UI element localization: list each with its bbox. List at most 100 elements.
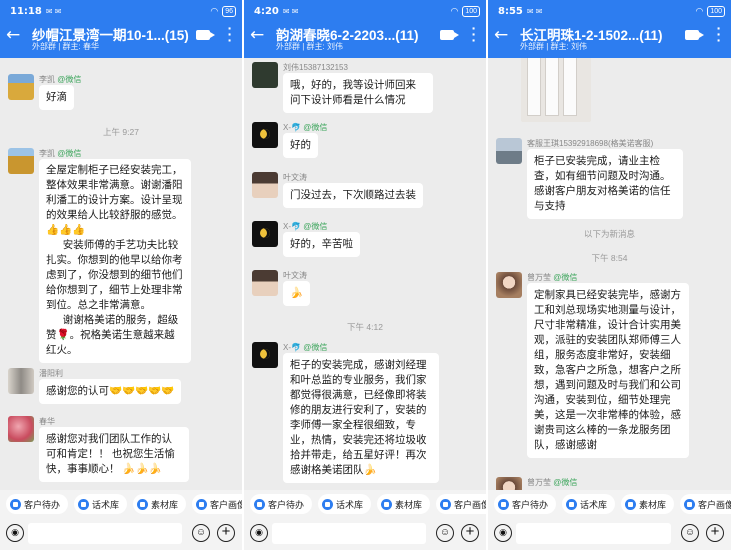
message-input[interactable] — [516, 523, 671, 544]
message-bubble[interactable]: 哦，好的，我等设计师回来问下设计师看是什么情况 — [283, 73, 433, 113]
material-icon — [625, 498, 637, 510]
sender-name: 叶文涛 — [283, 173, 307, 182]
avatar[interactable] — [252, 270, 278, 296]
message-bubble[interactable]: 🍌 — [283, 281, 311, 306]
plus-icon[interactable]: + — [461, 524, 479, 542]
notification-icon: ✉ ✉ — [526, 6, 543, 16]
avatar[interactable] — [8, 368, 34, 394]
script-library-button[interactable]: 话术库 — [74, 494, 128, 514]
profile-icon — [684, 498, 696, 510]
avatar[interactable] — [496, 272, 522, 298]
script-icon — [322, 498, 334, 510]
message-bubble[interactable]: 全屋定制柜子已经安装完工，整体效果非常满意。谢谢潘阳利潘工的设计方案。设计呈现的… — [39, 159, 191, 363]
avatar[interactable] — [8, 148, 34, 174]
sender-name: X-🐬 @微信 — [283, 123, 328, 132]
more-menu-icon[interactable]: · · · — [227, 21, 233, 47]
back-arrow-icon[interactable]: ← — [6, 26, 20, 44]
script-library-button[interactable]: 话术库 — [318, 494, 372, 514]
cabinet-door — [545, 58, 559, 116]
back-arrow-icon[interactable]: ← — [494, 26, 508, 44]
chat-header: 8:55 ✉ ✉ ◠ 100 ← 长江明珠1-2-1502...(11) 外部群… — [488, 0, 731, 58]
message-bubble[interactable]: 感谢您的认可🤝🤝🤝🤝🤝 — [39, 379, 182, 404]
notification-icon: ✉ ✉ — [282, 6, 299, 16]
message-bubble[interactable]: 好的 — [283, 133, 318, 158]
avatar[interactable] — [252, 122, 278, 148]
message-list[interactable]: 李凯 @微信 好滴 上午 9:27 李凯 @微信 全屋定制柜子已经安装完工，整体… — [0, 58, 242, 490]
message-input[interactable] — [28, 523, 182, 544]
video-call-icon[interactable] — [440, 30, 459, 40]
status-bar: 11:18 ✉ ✉ ◠ 96 — [10, 4, 236, 18]
back-arrow-icon[interactable]: ← — [250, 26, 264, 44]
more-menu-icon[interactable]: · · · — [716, 21, 722, 47]
sender-name: 李凯 @微信 — [39, 149, 82, 158]
cabinet-photo[interactable] — [521, 58, 591, 122]
emoji-icon[interactable]: ☺ — [681, 524, 699, 542]
message-bubble[interactable]: 好滴 — [39, 85, 74, 110]
message-bubble[interactable]: 柜子的安装完成，感谢刘经理和叶总监的专业服务，我们家都觉得很满意，已经像即将装修… — [283, 353, 439, 483]
message-bubble[interactable]: 感谢您对我们团队工作的认可和肯定！！ 也祝您生活愉快，事事顺心！ 🍌🍌🍌 — [39, 427, 189, 482]
emoji-icon[interactable]: ☺ — [192, 524, 210, 542]
avatar[interactable] — [496, 477, 522, 490]
voice-input-icon[interactable]: ◉ — [494, 524, 512, 542]
status-bar: 8:55 ✉ ✉ ◠ 100 — [498, 4, 725, 18]
emoji-icon[interactable]: ☺ — [436, 524, 454, 542]
message-item: X-🐬 @微信 好的，辛苦啦 — [252, 221, 480, 257]
profile-icon — [196, 498, 208, 510]
input-bar: ◉ ☺ + — [0, 518, 242, 550]
voice-input-icon[interactable]: ◉ — [6, 524, 24, 542]
chat-screen-2: 4:20 ✉ ✉ ◠ 100 ← 韵湖春晓6-2-2203...(11) 外部群… — [244, 0, 486, 550]
chat-subtitle: 外部群 | 群主: 刘伟 — [520, 42, 587, 51]
todo-icon — [498, 498, 509, 510]
sender-name: X-🐬 @微信 — [283, 222, 328, 231]
avatar[interactable] — [496, 138, 522, 164]
customer-todo-button[interactable]: 客户待办 — [494, 494, 557, 514]
message-line: 全屋定制柜子已经安装完工，整体效果非常满意。谢谢潘阳利潘工的设计方案。设计呈现的… — [46, 164, 183, 221]
avatar[interactable] — [8, 416, 34, 442]
message-bubble[interactable]: 门没过去，下次顺路过去装 — [283, 183, 423, 208]
voice-input-icon[interactable]: ◉ — [250, 524, 268, 542]
message-bubble[interactable]: 定制家具已经安装完毕，感谢方工和刘总现场实地测量与设计，尺寸非常精准，设计合计实… — [527, 283, 689, 458]
message-bubble[interactable]: 柜子已安装完成，请业主检查，如有细节问题及时沟通。感谢客户朋友对格美诺的信任与支… — [527, 149, 683, 219]
message-item: X-🐬 @微信 好的 — [252, 122, 480, 158]
customer-todo-button[interactable]: 客户待办 — [6, 494, 69, 514]
script-library-button[interactable]: 话术库 — [562, 494, 616, 514]
avatar[interactable] — [252, 221, 278, 247]
customer-profile-button[interactable]: 客户画像 — [192, 494, 242, 514]
video-call-icon[interactable] — [196, 30, 215, 40]
message-bubble[interactable]: 好的，辛苦啦 — [283, 232, 360, 257]
quick-tools-bar: 客户待办 话术库 素材库 客户画像 — [244, 490, 486, 518]
material-library-button[interactable]: 素材库 — [377, 494, 431, 514]
customer-profile-button[interactable]: 客户画像 — [680, 494, 731, 514]
chat-header: 4:20 ✉ ✉ ◠ 100 ← 韵湖春晓6-2-2203...(11) 外部群… — [244, 0, 486, 58]
material-library-button[interactable]: 素材库 — [133, 494, 187, 514]
input-bar: ◉ ☺ + — [244, 518, 486, 550]
customer-profile-button[interactable]: 客户画像 — [436, 494, 486, 514]
message-list[interactable]: 刘伟15387132153 哦，好的，我等设计师回来问下设计师看是什么情况 X-… — [244, 58, 486, 490]
status-time: 8:55 — [498, 5, 523, 17]
avatar[interactable] — [252, 342, 278, 368]
video-call-icon[interactable] — [685, 30, 704, 40]
profile-icon — [440, 498, 452, 510]
chat-subtitle: 外部群 | 群主: 春华 — [32, 42, 99, 51]
battery-icon: 100 — [707, 5, 725, 17]
plus-icon[interactable]: + — [217, 524, 235, 542]
timestamp: 上午 9:27 — [103, 127, 139, 137]
chat-subtitle: 外部群 | 群主: 刘伟 — [276, 42, 343, 51]
sender-name: 刘伟15387132153 — [283, 63, 348, 72]
customer-todo-button[interactable]: 客户待办 — [250, 494, 313, 514]
avatar[interactable] — [252, 172, 278, 198]
input-bar: ◉ ☺ + — [488, 518, 731, 550]
plus-icon[interactable]: + — [706, 524, 724, 542]
material-library-button[interactable]: 素材库 — [621, 494, 675, 514]
wifi-icon: ◠ — [450, 5, 459, 16]
message-input[interactable] — [272, 523, 426, 544]
sender-name: 春华 — [39, 417, 55, 426]
message-line: 安装师傅的手艺功夫比较扎实。你想到的他早以给你考虑到了，你没想到的细节他们给你想… — [46, 239, 183, 311]
avatar[interactable] — [8, 74, 34, 100]
new-messages-divider: 以下为新消息 — [583, 229, 635, 239]
message-list[interactable]: 客服王琪15392918698(格美诺客服) 柜子已安装完成，请业主检查，如有细… — [488, 58, 731, 490]
more-menu-icon[interactable]: · · · — [471, 21, 477, 47]
status-icons: ◠ 100 — [695, 5, 725, 17]
sender-name: 客服王琪15392918698(格美诺客服) — [527, 139, 654, 148]
avatar[interactable] — [252, 62, 278, 88]
